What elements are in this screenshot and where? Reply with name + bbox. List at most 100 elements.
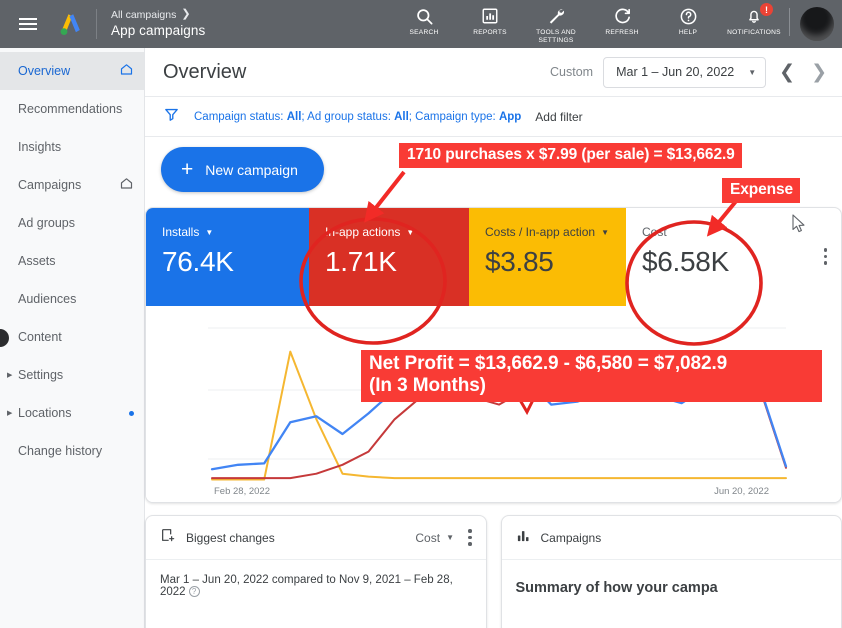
filter-part: Campaign status: (194, 110, 287, 123)
metric-card-cost[interactable]: Cost $6.58K (626, 208, 781, 306)
google-ads-logo-icon (50, 12, 92, 36)
page-header: Overview Custom Mar 1 – Jun 20, 2022 ▼ ❮… (145, 48, 842, 97)
sidebar-item-label: Audiences (18, 292, 77, 306)
metric-value: $6.58K (642, 246, 729, 277)
date-range-controls: Custom Mar 1 – Jun 20, 2022 ▼ ❮ ❯ (550, 56, 830, 88)
menu-icon[interactable] (6, 18, 50, 30)
performance-chart: Feb 28, 2022 Jun 20, 2022 (146, 306, 841, 502)
card-header: Campaigns (501, 516, 841, 560)
sidebar-item-label: Locations (18, 406, 72, 420)
page-title: Overview (163, 60, 247, 83)
toolbar-help[interactable]: HELP (655, 5, 721, 37)
status-dot (129, 410, 134, 416)
chart-line-in-app-actions (211, 387, 787, 480)
sidebar-item-campaigns[interactable]: Campaigns (0, 166, 144, 204)
toolbar-notifications[interactable]: ! NOTIFICATIONS (721, 3, 787, 37)
filter-bar: Campaign status: All; Ad group status: A… (145, 97, 842, 137)
tools-and-settings-icon (546, 5, 566, 27)
campaigns-card: Campaigns Summary of how your campa (500, 515, 842, 628)
metric-card-installs[interactable]: Installs ▼ 76.4K (146, 208, 309, 306)
sidebar-item-change-history[interactable]: Change history (0, 432, 144, 470)
custom-label: Custom (550, 65, 594, 79)
comparison-text: Mar 1 – Jun 20, 2022 compared to Nov 9, … (160, 574, 453, 598)
help-icon[interactable]: ? (188, 586, 200, 597)
reports-icon (481, 5, 499, 27)
chevron-right-icon: ❯ (181, 8, 191, 21)
toolbar-reports[interactable]: REPORTS (457, 5, 523, 37)
metric-label: Costs / In-app action (485, 225, 596, 239)
divider (789, 8, 790, 36)
chevron-right-icon: ▶ (7, 410, 13, 417)
toolbar-search-label: SEARCH (409, 29, 439, 36)
divider (96, 9, 97, 39)
sidebar-item-overview[interactable]: Overview (0, 52, 144, 90)
avatar[interactable] (800, 7, 834, 41)
toolbar-search[interactable]: SEARCH (391, 5, 457, 37)
card-options-kebab-icon[interactable] (468, 529, 472, 546)
chart-line-installs (210, 368, 788, 471)
metric-label: Cost (642, 225, 667, 239)
filter-part-value: All (394, 110, 409, 123)
account-breadcrumb[interactable]: All campaigns ❯ App campaigns (111, 8, 205, 40)
filter-icon[interactable] (163, 106, 180, 128)
card-header: Biggest changes Cost ▼ (146, 516, 486, 560)
filter-summary[interactable]: Campaign status: All; Ad group status: A… (194, 111, 521, 123)
metric-select-value: Cost (415, 530, 441, 545)
next-period-button[interactable]: ❯ (808, 61, 830, 83)
help-icon (679, 5, 698, 27)
toolbar-tools-label: TOOLS AND SETTINGS (536, 29, 576, 45)
sidebar-item-label: Settings (18, 368, 64, 382)
sidebar-item-audiences[interactable]: Audiences (0, 280, 144, 318)
sidebar-item-content[interactable]: Content (0, 318, 144, 356)
toolbar-actions: SEARCH REPORTS TOOLS AND SETTINGS REFRES… (391, 0, 842, 48)
breadcrumb-label: All campaigns (111, 8, 177, 21)
sidebar-item-insights[interactable]: Insights (0, 128, 144, 166)
previous-period-button[interactable]: ❮ (776, 61, 798, 83)
toolbar-notifications-label: NOTIFICATIONS (727, 29, 781, 36)
metric-value: 1.71K (325, 246, 397, 277)
bar-chart-icon (516, 528, 531, 548)
chart-x-end-label: Jun 20, 2022 (714, 486, 769, 497)
chart-canvas (208, 327, 788, 481)
chevron-down-icon[interactable]: ▼ (406, 228, 414, 237)
toolbar-reports-label: REPORTS (473, 29, 507, 36)
bottom-cards-row: Biggest changes Cost ▼ Mar 1 – Jun 20, 2… (145, 515, 842, 628)
card-options-kebab-icon[interactable] (823, 248, 827, 265)
card-summary: Summary of how your campa (515, 580, 718, 596)
metric-value: 76.4K (162, 246, 234, 277)
sidebar-item-assets[interactable]: Assets (0, 242, 144, 280)
chevron-down-icon[interactable]: ▼ (601, 228, 609, 237)
toolbar-tools-and-settings[interactable]: TOOLS AND SETTINGS (523, 5, 589, 45)
sidebar-item-label: Insights (18, 140, 62, 154)
sidebar: Overview Recommendations Insights Campai… (0, 48, 145, 628)
filter-part-value: All (286, 110, 302, 123)
search-icon (415, 5, 434, 27)
add-filter-button[interactable]: Add filter (535, 110, 582, 124)
sidebar-item-locations[interactable]: ▶ Locations (0, 394, 144, 432)
home-icon (119, 176, 134, 194)
filter-part: ; Ad group status: (301, 110, 395, 123)
chevron-down-icon: ▼ (446, 533, 454, 542)
chevron-down-icon[interactable]: ▼ (205, 228, 213, 237)
sidebar-item-settings[interactable]: ▶ Settings (0, 356, 144, 394)
date-range-selector[interactable]: Mar 1 – Jun 20, 2022 ▼ (603, 56, 767, 88)
toolbar-refresh[interactable]: REFRESH (589, 5, 655, 37)
metric-label-row: In-app actions ▼ (325, 225, 469, 239)
metric-label-row: Installs ▼ (162, 225, 309, 239)
sidebar-item-ad-groups[interactable]: Ad groups (0, 204, 144, 242)
home-icon (119, 62, 134, 80)
metric-card-costs-per-in-app-action[interactable]: Costs / In-app action ▼ $3.85 (469, 208, 626, 306)
chevron-right-icon: ▶ (7, 372, 13, 379)
metric-card-in-app-actions[interactable]: In-app actions ▼ 1.71K (309, 208, 469, 306)
new-campaign-button[interactable]: + New campaign (161, 147, 324, 192)
biggest-changes-card: Biggest changes Cost ▼ Mar 1 – Jun 20, 2… (145, 515, 487, 628)
chevron-down-icon: ▼ (748, 67, 757, 77)
sidebar-item-label: Assets (18, 254, 56, 268)
sidebar-item-recommendations[interactable]: Recommendations (0, 90, 144, 128)
chart-line-costs-per-in-app-action (211, 350, 787, 481)
chart-x-start-label: Feb 28, 2022 (214, 486, 270, 497)
changes-icon (160, 527, 176, 548)
sidebar-item-label: Ad groups (18, 216, 75, 230)
card-header-actions: Cost ▼ (415, 529, 472, 546)
metric-select[interactable]: Cost ▼ (415, 531, 454, 545)
